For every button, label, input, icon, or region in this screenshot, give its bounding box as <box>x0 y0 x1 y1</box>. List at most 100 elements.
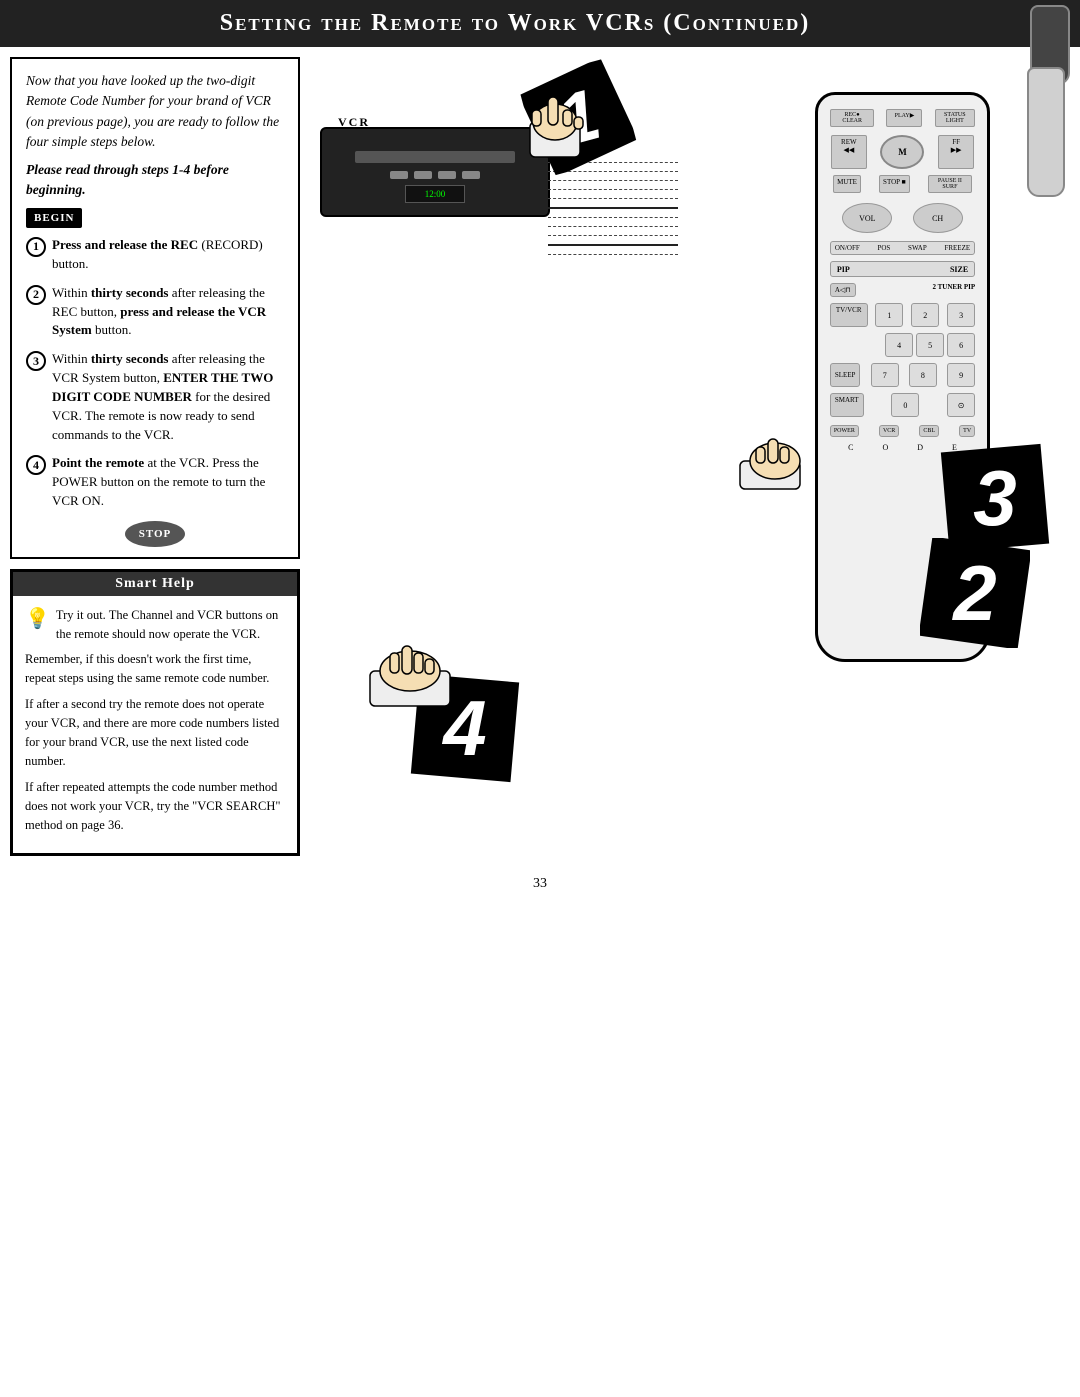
begin-badge: BEGIN <box>26 208 82 229</box>
main-layout: Now that you have looked up the two-digi… <box>0 47 1080 866</box>
step-2-num: 2 <box>26 285 46 305</box>
pip-label: PIP <box>837 265 850 274</box>
vcr-display-text: 12:00 <box>425 189 446 199</box>
power-btn[interactable]: POWER <box>830 425 859 437</box>
cbl-btn[interactable]: CBL <box>919 425 939 437</box>
num-btn-8[interactable]: 8 <box>909 363 937 387</box>
page-header: Setting the Remote to Work VCRs (Continu… <box>0 0 1080 47</box>
num-btn-6[interactable]: 6 <box>947 333 975 357</box>
num-btn-3[interactable]: 3 <box>947 303 975 327</box>
page-number: 33 <box>0 866 1080 897</box>
vcr-mode-btn[interactable]: VCR <box>879 425 899 437</box>
smart-help-p1: Remember, if this doesn't work the first… <box>25 650 285 688</box>
num-btn-2[interactable]: 2 <box>911 303 939 327</box>
illustration-num-3: 3 <box>940 443 1050 566</box>
status-light-btn[interactable]: STATUSLIGHT <box>935 109 975 127</box>
pip-bar: PIP SIZE <box>830 261 975 277</box>
size-label: SIZE <box>950 265 968 274</box>
vcr-line-7 <box>548 226 678 227</box>
intro-paragraph: Now that you have looked up the two-digi… <box>26 71 284 152</box>
vcr-slot <box>355 151 515 163</box>
play-btn[interactable]: PLAY▶ <box>886 109 922 127</box>
right-panel: 1 2 3 4 VCR <box>310 57 1070 856</box>
hand-top-illustration <box>500 62 620 177</box>
step-3-num: 3 <box>26 351 46 371</box>
a-input-btn[interactable]: A◁⊓ <box>830 283 856 297</box>
svg-text:3: 3 <box>973 454 1016 542</box>
step-3: 3 Within thirty seconds after releasing … <box>26 350 284 444</box>
d-label: D <box>917 443 923 452</box>
stop-badge: STOP <box>125 521 186 548</box>
tv-btn[interactable]: TV <box>959 425 975 437</box>
step-1-content: Press and release the REC (RECORD) butto… <box>52 236 284 274</box>
remote-mute-stop-row: MUTE STOP ■ PAUSE IISURF <box>826 175 979 193</box>
step-3-content: Within thirty seconds after releasing th… <box>52 350 284 444</box>
small-remote-right <box>1027 67 1065 197</box>
left-panel: Now that you have looked up the two-digi… <box>10 57 300 856</box>
remote-controls-bar: ON/OFF POS SWAP FREEZE <box>830 241 975 255</box>
remote-bottom-buttons: POWER VCR CBL TV <box>830 425 975 437</box>
smart-help-content: 💡 Try it out. The Channel and VCR button… <box>13 596 297 852</box>
num-btn-7[interactable]: 7 <box>871 363 899 387</box>
remote-tv-vcr-row: TV/VCR 1 2 3 <box>830 303 975 327</box>
remote-transport-buttons: REC●CLEAR PLAY▶ STATUSLIGHT <box>826 109 979 127</box>
remote-sleep-row: SLEEP 7 8 9 <box>830 363 975 387</box>
rec-clear-btn[interactable]: REC●CLEAR <box>830 109 874 127</box>
ch-btn[interactable]: CH <box>913 203 963 233</box>
smart-help-p2: If after a second try the remote does no… <box>25 695 285 770</box>
lightbulb-icon: 💡 <box>25 604 50 634</box>
tip-row: 💡 Try it out. The Channel and VCR button… <box>25 606 285 644</box>
hand-right-illustration <box>730 421 830 506</box>
vcr-btn-1 <box>390 171 408 179</box>
smart-help-p3: If after repeated attempts the code numb… <box>25 778 285 834</box>
vcr-display: 12:00 <box>405 185 465 203</box>
smart-help-box: Smart Help 💡 Try it out. The Channel and… <box>10 569 300 855</box>
hand-bottom-illustration <box>350 621 480 726</box>
remote-smart-row: SMART 0 ⊙ <box>830 393 975 417</box>
pause-surf-btn[interactable]: PAUSE IISURF <box>928 175 972 193</box>
vcr-line-8 <box>548 235 678 236</box>
please-read-text: Please read through steps 1-4 before beg… <box>26 160 284 201</box>
num-btn-5[interactable]: 5 <box>916 333 944 357</box>
remote-tuner-row: A◁⊓ 2 TUNER PIP <box>830 283 975 297</box>
smart-help-title: Smart Help <box>13 572 297 596</box>
step-4: 4 Point the remote at the VCR. Press the… <box>26 454 284 511</box>
vcr-btn-4 <box>462 171 480 179</box>
remote-numpad-456: 4 5 6 <box>830 333 975 357</box>
pos-label: POS <box>877 244 890 252</box>
vcr-line-5 <box>548 198 678 199</box>
tuner-pip-label: 2 TUNER PIP <box>933 283 976 297</box>
swap-label: SWAP <box>908 244 927 252</box>
tv-vcr-btn[interactable]: TV/VCR <box>830 303 868 327</box>
vcr-line-4 <box>548 189 678 190</box>
tip-intro: Try it out. The Channel and VCR buttons … <box>56 606 285 644</box>
vcr-line-6 <box>548 217 678 218</box>
header-title: Setting the Remote to Work VCRs (Continu… <box>220 10 811 36</box>
num-btn-0[interactable]: 0 <box>891 393 919 417</box>
stop-btn[interactable]: STOP ■ <box>879 175 910 193</box>
o-label: O <box>882 443 888 452</box>
vcr-solid-2 <box>548 244 678 246</box>
step-2: 2 Within thirty seconds after releasing … <box>26 284 284 341</box>
vol-btn[interactable]: VOL <box>842 203 892 233</box>
num-btn-dot[interactable]: ⊙ <box>947 393 975 417</box>
begin-badge-container: BEGIN <box>26 207 284 237</box>
ff-btn[interactable]: FF▶▶ <box>938 135 974 169</box>
rew-btn[interactable]: REW◀◀ <box>831 135 867 169</box>
step-2-content: Within thirty seconds after releasing th… <box>52 284 284 341</box>
vcr-line-9 <box>548 254 678 255</box>
freeze-label: FREEZE <box>944 244 970 252</box>
num-btn-4[interactable]: 4 <box>885 333 913 357</box>
num-btn-1[interactable]: 1 <box>875 303 903 327</box>
menu-btn[interactable]: M <box>880 135 924 169</box>
mute-btn[interactable]: MUTE <box>833 175 861 193</box>
vcr-btn-2 <box>414 171 432 179</box>
smart-btn[interactable]: SMART <box>830 393 864 417</box>
instructions-box: Now that you have looked up the two-digi… <box>10 57 300 559</box>
remote-vol-ch-row: VOL CH <box>826 203 979 233</box>
sleep-btn[interactable]: SLEEP <box>830 363 861 387</box>
num-btn-9[interactable]: 9 <box>947 363 975 387</box>
c-label: C <box>848 443 853 452</box>
on-off-label: ON/OFF <box>835 244 860 252</box>
step-1-num: 1 <box>26 237 46 257</box>
